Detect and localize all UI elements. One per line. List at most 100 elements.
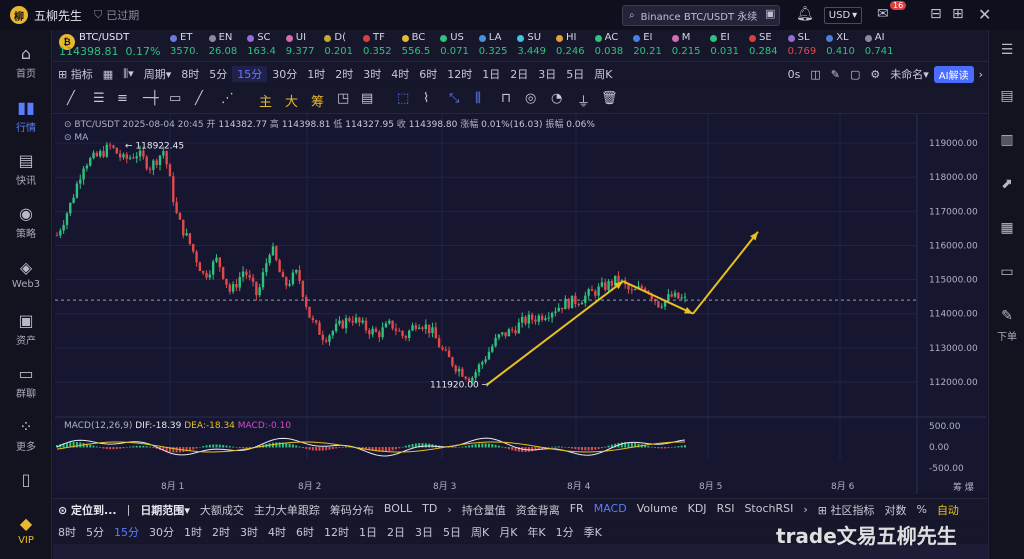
order-icon[interactable]: ✎ xyxy=(989,308,1024,324)
bottom-interval-tab[interactable]: 30分 xyxy=(144,524,179,540)
interval-tab[interactable]: 4时 xyxy=(386,66,414,82)
trendline-tool-icon[interactable]: ╱ xyxy=(67,91,75,106)
bottom-interval-tab[interactable]: 年K xyxy=(522,524,550,540)
indicator-item[interactable]: MACD xyxy=(589,502,632,518)
ticker-item[interactable]: XL 0.410 xyxy=(826,32,855,57)
ma-toggle-icon[interactable]: ⊙ xyxy=(64,133,72,143)
chevron-right-icon[interactable]: › xyxy=(798,503,812,516)
calculator-icon[interactable]: ▦ xyxy=(989,220,1024,236)
interval-tab[interactable]: 2日 xyxy=(505,66,533,82)
monitor-icon[interactable]: ▭ xyxy=(989,264,1024,280)
period-select[interactable]: 周期▾ xyxy=(139,66,177,82)
chip-button[interactable]: 筹 xyxy=(311,91,324,110)
phone-icon[interactable]: ▯ xyxy=(0,470,52,491)
ticker-item[interactable]: LA 0.325 xyxy=(478,32,507,57)
tool-item[interactable]: BOLL xyxy=(379,502,417,518)
interval-tab[interactable]: 1日 xyxy=(477,66,505,82)
community-indicator-button[interactable]: ⊞ 社区指标 xyxy=(813,502,880,518)
indicator-item[interactable]: RSI xyxy=(712,502,740,518)
nav-item-chat[interactable]: ▭ 群聊 xyxy=(0,364,52,400)
draw-lock-icon[interactable]: ⤡ xyxy=(449,91,459,106)
interval-tab[interactable]: 5分 xyxy=(204,66,232,82)
bottom-interval-tab[interactable]: 1日 xyxy=(354,524,382,540)
bottom-interval-tab[interactable]: 周K xyxy=(466,524,494,540)
place-order-label[interactable]: 下单 xyxy=(989,328,1024,343)
nav-item-market[interactable]: ▮▮ 行情 xyxy=(0,98,52,134)
ticker-item[interactable]: D(0.201 xyxy=(324,32,353,57)
big-order-button[interactable]: 大 xyxy=(285,91,298,110)
ticker-item[interactable]: SU 3.449 xyxy=(517,32,546,57)
ray-tool-icon[interactable]: ─┼ xyxy=(143,91,159,106)
pencil-icon[interactable]: ✎ xyxy=(826,68,845,81)
indicator-item[interactable]: 持仓量值 xyxy=(457,502,511,518)
ticker-item[interactable]: UI 9.377 xyxy=(285,32,314,57)
list-icon[interactable]: ☰ xyxy=(989,42,1024,58)
bottom-interval-tab[interactable]: 4时 xyxy=(263,524,291,540)
camera-icon[interactable]: ◫ xyxy=(805,68,825,81)
tool-item[interactable]: 主力大单跟踪 xyxy=(249,502,325,518)
nav-item-news[interactable]: ▤ 快讯 xyxy=(0,151,52,187)
parallel-tool-icon[interactable]: ≡ xyxy=(117,91,128,106)
indicator-item[interactable]: StochRSI xyxy=(739,502,798,518)
nav-item-vip[interactable]: ◆ VIP xyxy=(0,514,52,546)
interval-tab[interactable]: 周K xyxy=(589,66,617,82)
ticker-item[interactable]: HI 0.246 xyxy=(556,32,585,57)
indicator-button[interactable]: ⊞ 指标 xyxy=(53,66,98,82)
ticker-item[interactable]: EN 26.08 xyxy=(208,32,237,57)
candle-visibility-icon[interactable]: ⫼ xyxy=(475,91,481,106)
ticker-item[interactable]: EI 0.031 xyxy=(710,32,739,57)
book-icon[interactable]: ▥ xyxy=(989,132,1024,148)
main-force-button[interactable]: 主 xyxy=(259,91,272,110)
magnet-icon[interactable]: ⬚ xyxy=(397,91,409,106)
nav-item-more[interactable]: ⁘ 更多 xyxy=(0,417,52,453)
chevron-right-icon[interactable]: › xyxy=(442,503,456,516)
locate-button[interactable]: ⊙ 定位到... xyxy=(53,502,122,518)
bottom-interval-tab[interactable]: 5分 xyxy=(81,524,109,540)
bottom-interval-tab[interactable]: 季K xyxy=(579,524,607,540)
dot-tool-icon[interactable]: ⋰ xyxy=(221,91,234,106)
percent-toggle[interactable]: % xyxy=(911,503,931,516)
ticker-item[interactable]: US 0.071 xyxy=(440,32,469,57)
indicator-item[interactable]: 资金背离 xyxy=(511,502,565,518)
interval-tab[interactable]: 12时 xyxy=(442,66,477,82)
trash-icon[interactable]: 🗑︎ xyxy=(601,91,618,106)
nav-item-assets[interactable]: ▣ 资产 xyxy=(0,311,52,347)
hline-tool-icon[interactable]: ☰ xyxy=(93,91,105,106)
auto-scale-toggle[interactable]: 自动 xyxy=(932,502,964,518)
close-icon[interactable]: ✕ xyxy=(978,5,991,24)
layout-select[interactable]: 未命名▾ xyxy=(885,66,934,82)
ticker-item[interactable]: TF 0.352 xyxy=(363,32,392,57)
tool-item[interactable]: 大额成交 xyxy=(195,502,249,518)
trend-icon[interactable]: ⬈ xyxy=(989,176,1024,192)
tool-item[interactable]: TD xyxy=(417,502,442,518)
replay-icon[interactable]: ◳ xyxy=(337,91,349,106)
account-status[interactable]: ⛉ 已过期 xyxy=(94,7,139,23)
interval-tab[interactable]: 15分 xyxy=(232,66,268,82)
rectangle-tool-icon[interactable]: ▭ xyxy=(169,91,181,106)
interval-tab[interactable]: 3日 xyxy=(533,66,561,82)
collapse-icon[interactable]: ⊙ xyxy=(64,120,72,130)
date-range-select[interactable]: 日期范围▾ xyxy=(135,502,195,518)
bottom-interval-tab[interactable]: 6时 xyxy=(291,524,319,540)
ticker-item[interactable]: AC 0.038 xyxy=(594,32,623,57)
gear-icon[interactable]: ⚙ xyxy=(865,68,885,81)
candle-type-icon[interactable]: ⫼▾ xyxy=(118,67,139,81)
bottom-interval-tab[interactable]: 1分 xyxy=(551,524,579,540)
measure-icon[interactable]: ◔ xyxy=(551,91,562,106)
minimize-icon[interactable]: ⊟ xyxy=(930,6,942,22)
interval-tab[interactable]: 6时 xyxy=(414,66,442,82)
nav-item-strategy[interactable]: ◉ 策略 xyxy=(0,204,52,240)
brush-tool-icon[interactable]: ╱ xyxy=(195,91,203,106)
ticker-item[interactable]: SL 0.769 xyxy=(787,32,816,57)
text-tool-icon[interactable]: ▤ xyxy=(361,91,373,106)
maximize-icon[interactable]: ⊞ xyxy=(952,6,964,22)
ma-label[interactable]: MA xyxy=(74,133,88,143)
expand-icon[interactable]: ▣ xyxy=(765,7,775,20)
ticker-item[interactable]: EI 20.21 xyxy=(633,32,662,57)
interval-tab[interactable]: 30分 xyxy=(267,66,302,82)
bottom-interval-tab[interactable]: 3日 xyxy=(410,524,438,540)
macd-label[interactable]: MACD(12,26,9) xyxy=(64,421,132,431)
bottom-interval-tab[interactable]: 3时 xyxy=(235,524,263,540)
bottom-interval-tab[interactable]: 5日 xyxy=(438,524,466,540)
nav-item-home[interactable]: ⌂ 首页 xyxy=(0,44,52,80)
